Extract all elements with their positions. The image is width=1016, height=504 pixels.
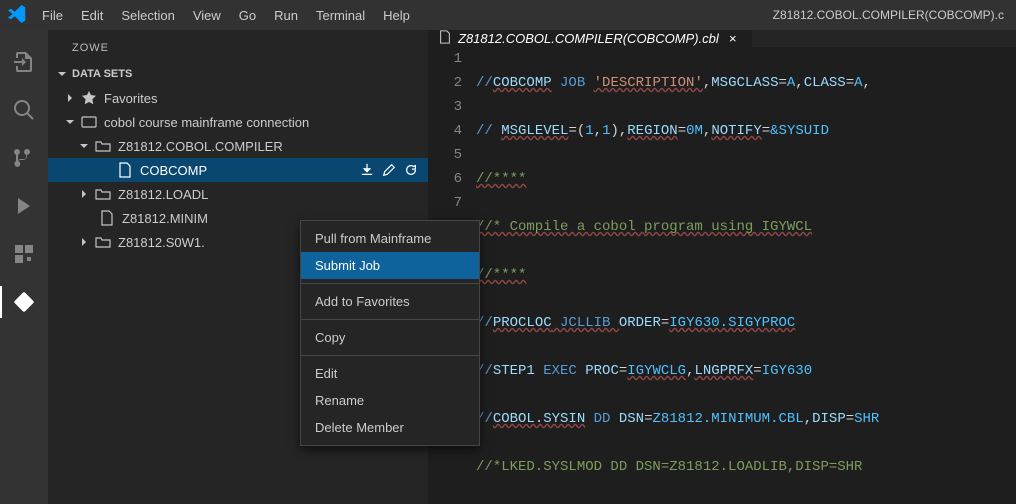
menu-help[interactable]: Help <box>375 4 418 27</box>
tree-ds-loadlib[interactable]: Z81812.LOADL <box>48 182 428 206</box>
activity-zowe[interactable] <box>0 278 48 326</box>
context-menu: Pull from Mainframe Submit Job Add to Fa… <box>300 220 480 446</box>
menu-separator <box>301 355 479 356</box>
sidebar: ZOWE DATA SETS Favorites cobol course ma… <box>48 30 428 504</box>
ctx-rename[interactable]: Rename <box>301 387 479 414</box>
tree-connection-label: cobol course mainframe connection <box>104 115 309 130</box>
tree-section-data-sets[interactable]: DATA SETS <box>48 62 428 86</box>
editor-tab[interactable]: Z81812.COBOL.COMPILER(COBCOMP).cbl × <box>428 30 752 47</box>
menu-selection[interactable]: Selection <box>113 4 182 27</box>
spacer-icon <box>80 210 96 226</box>
menubar: File Edit Selection View Go Run Terminal… <box>34 4 418 27</box>
editor-tabs: Z81812.COBOL.COMPILER(COBCOMP).cbl × <box>428 30 1016 47</box>
sidebar-title: ZOWE <box>48 30 428 62</box>
file-icon <box>438 30 452 47</box>
menu-separator <box>301 283 479 284</box>
activity-extensions[interactable] <box>0 230 48 278</box>
chevron-down-icon <box>76 138 92 154</box>
titlebar: File Edit Selection View Go Run Terminal… <box>0 0 1016 30</box>
spacer-icon <box>98 162 114 178</box>
menu-view[interactable]: View <box>185 4 229 27</box>
tree-ds-compiler[interactable]: Z81812.COBOL.COMPILER <box>48 134 428 158</box>
tree-ds-sow1-label: Z81812.S0W1. <box>118 235 205 250</box>
chevron-down-icon <box>62 114 78 130</box>
tree-ds-compiler-label: Z81812.COBOL.COMPILER <box>118 139 283 154</box>
folder-open-icon <box>94 137 112 155</box>
file-icon <box>98 209 116 227</box>
tree-member-cobcomp-label: COBCOMP <box>140 163 207 178</box>
window-title: Z81812.COBOL.COMPILER(COBCOMP).c <box>773 8 1008 22</box>
tree-favorites[interactable]: Favorites <box>48 86 428 110</box>
tree-member-cobcomp[interactable]: COBCOMP <box>48 158 428 182</box>
activity-scm[interactable] <box>0 134 48 182</box>
ctx-copy[interactable]: Copy <box>301 324 479 351</box>
chevron-down-icon <box>54 66 70 82</box>
tree-ds-minimum-label: Z81812.MINIM <box>122 211 208 226</box>
vscode-logo-icon <box>8 5 26 26</box>
activity-explorer[interactable] <box>0 38 48 86</box>
connection-icon <box>80 113 98 131</box>
activity-search[interactable] <box>0 86 48 134</box>
ctx-submit-job[interactable]: Submit Job <box>301 252 479 279</box>
ctx-add-favorites[interactable]: Add to Favorites <box>301 288 479 315</box>
menu-terminal[interactable]: Terminal <box>308 4 373 27</box>
chevron-right-icon <box>76 234 92 250</box>
code-editor[interactable]: 1 2 3 4 5 6 7 8 9 10 11 //COBCOMP JOB 'D… <box>428 47 1016 504</box>
tree-section-label: DATA SETS <box>72 68 132 80</box>
folder-icon <box>94 185 112 203</box>
folder-icon <box>94 233 112 251</box>
chevron-right-icon <box>62 90 78 106</box>
menu-run[interactable]: Run <box>266 4 306 27</box>
code-content[interactable]: //COBCOMP JOB 'DESCRIPTION',MSGCLASS=A,C… <box>476 47 1016 504</box>
ctx-edit[interactable]: Edit <box>301 360 479 387</box>
menu-file[interactable]: File <box>34 4 71 27</box>
tree-connection[interactable]: cobol course mainframe connection <box>48 110 428 134</box>
tree-favorites-label: Favorites <box>104 91 157 106</box>
ctx-delete-member[interactable]: Delete Member <box>301 414 479 441</box>
file-icon <box>116 161 134 179</box>
tree-ds-loadlib-label: Z81812.LOADL <box>118 187 208 202</box>
menu-edit[interactable]: Edit <box>73 4 111 27</box>
activitybar <box>0 30 48 504</box>
menu-go[interactable]: Go <box>231 4 264 27</box>
ctx-pull[interactable]: Pull from Mainframe <box>301 225 479 252</box>
menu-separator <box>301 319 479 320</box>
refresh-icon[interactable] <box>402 161 420 179</box>
chevron-right-icon <box>76 186 92 202</box>
edit-icon[interactable] <box>380 161 398 179</box>
close-icon[interactable]: × <box>725 31 741 46</box>
star-icon <box>80 89 98 107</box>
download-icon[interactable] <box>358 161 376 179</box>
editor-tab-label: Z81812.COBOL.COMPILER(COBCOMP).cbl <box>458 31 719 46</box>
activity-debug[interactable] <box>0 182 48 230</box>
editor-area: Z81812.COBOL.COMPILER(COBCOMP).cbl × bhi… <box>428 30 1016 504</box>
